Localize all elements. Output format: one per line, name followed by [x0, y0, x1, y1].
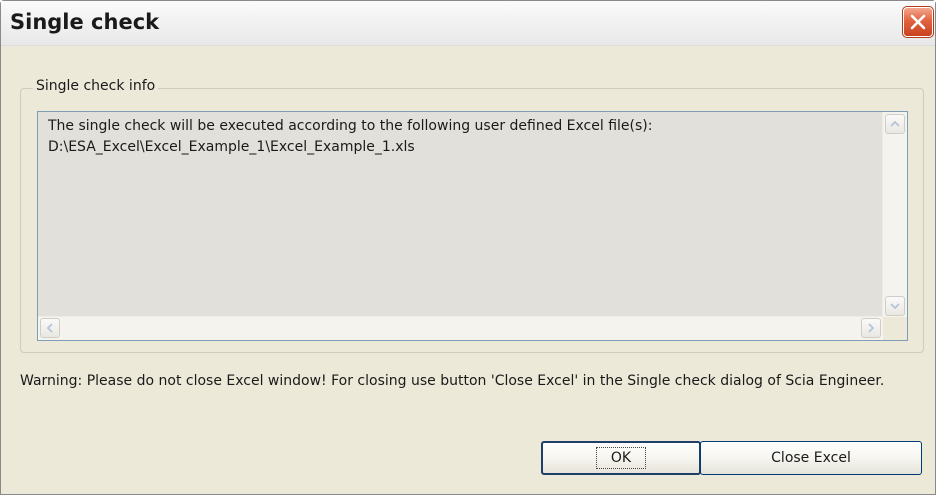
- scrollbar-corner: [883, 317, 907, 340]
- dialog-window: Single check Single check info The singl…: [0, 0, 936, 495]
- info-text-content: The single check will be executed accord…: [48, 116, 871, 158]
- close-excel-button[interactable]: Close Excel: [700, 441, 922, 475]
- chevron-right-icon: [867, 323, 875, 333]
- close-button[interactable]: [902, 6, 934, 38]
- scroll-down-button[interactable]: [885, 296, 905, 316]
- ok-button[interactable]: OK: [541, 441, 701, 475]
- scroll-up-button[interactable]: [885, 114, 905, 134]
- info-line-message: The single check will be executed accord…: [48, 118, 653, 134]
- info-line-filepath: D:\ESA_Excel\Excel_Example_1\Excel_Examp…: [48, 139, 415, 155]
- close-excel-button-label: Close Excel: [771, 450, 851, 466]
- dialog-title: Single check: [10, 10, 160, 34]
- ok-button-label: OK: [595, 447, 647, 469]
- warning-message: Warning: Please do not close Excel windo…: [20, 373, 885, 389]
- info-textarea[interactable]: The single check will be executed accord…: [37, 111, 908, 341]
- scroll-left-button[interactable]: [40, 318, 60, 338]
- horizontal-scrollbar[interactable]: [38, 316, 883, 340]
- vertical-scrollbar[interactable]: [882, 112, 907, 318]
- title-bar[interactable]: Single check: [1, 1, 935, 46]
- chevron-down-icon: [890, 302, 900, 310]
- close-x-icon: [909, 13, 927, 31]
- chevron-up-icon: [890, 120, 900, 128]
- chevron-left-icon: [46, 323, 54, 333]
- groupbox-legend: Single check info: [33, 78, 159, 94]
- scroll-right-button[interactable]: [861, 318, 881, 338]
